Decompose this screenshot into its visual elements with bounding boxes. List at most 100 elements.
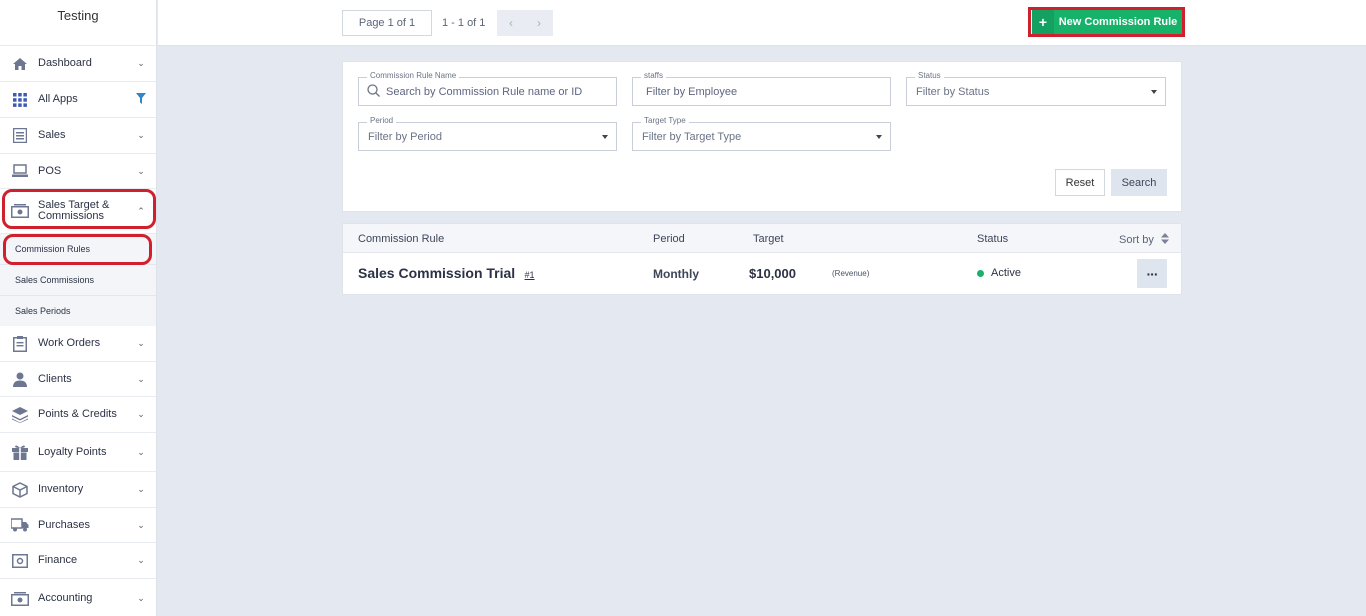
- safe-icon: [10, 553, 30, 569]
- sidebar-item-label: Inventory: [38, 483, 84, 495]
- rule-name-search-field[interactable]: Commission Rule Name Search by Commissio…: [358, 71, 617, 106]
- header-period: Period: [653, 233, 685, 245]
- filter-icon[interactable]: [135, 93, 147, 106]
- header-commission-rule: Commission Rule: [358, 233, 445, 245]
- sidebar-item-label: POS: [38, 164, 62, 177]
- caret-down-icon: [1151, 90, 1157, 94]
- target-type-select[interactable]: Target Type Filter by Target Type: [632, 116, 891, 151]
- user-icon: [10, 371, 30, 387]
- rule-name-cell[interactable]: Sales Commission Trial #1: [358, 265, 535, 281]
- grid-icon: [10, 92, 30, 108]
- sidebar-subitem-commission-rules[interactable]: Commission Rules: [0, 234, 156, 265]
- highlight-outline-new-button: [1028, 7, 1185, 37]
- sidebar-item-clients[interactable]: Clients ⌄: [0, 362, 156, 397]
- rule-name-label: Commission Rule Name: [367, 71, 460, 80]
- sidebar-item-label: Purchases: [38, 518, 90, 531]
- sidebar-item-sales-target-commissions[interactable]: Sales Target & Commissions ⌃: [0, 189, 156, 234]
- chevron-down-icon: ⌄: [137, 446, 145, 457]
- chevron-down-icon: ⌄: [137, 519, 145, 530]
- target-type-label: Target Type: [641, 116, 689, 125]
- sidebar-subitem-label: Sales Periods: [15, 306, 71, 316]
- sidebar-subitem-label: Sales Commissions: [15, 275, 95, 285]
- sort-icon: [1160, 233, 1169, 247]
- row-actions-button[interactable]: ···: [1137, 259, 1167, 288]
- sidebar-item-label: Points & Credits: [38, 408, 117, 420]
- chevron-down-icon: ⌄: [137, 165, 145, 176]
- sidebar-subitem-sales-periods[interactable]: Sales Periods: [0, 296, 156, 327]
- chevron-down-icon: ⌄: [137, 130, 145, 140]
- chevron-down-icon: ⌄: [137, 373, 145, 384]
- sort-by-label: Sort by: [1119, 233, 1154, 246]
- truck-icon: [10, 517, 30, 533]
- sidebar-item-accounting[interactable]: Accounting ⌄: [0, 579, 156, 616]
- target-type-cell: (Revenue): [832, 269, 870, 278]
- cash-icon: [10, 203, 30, 219]
- period-select[interactable]: Period Filter by Period: [358, 116, 617, 151]
- search-button[interactable]: Search: [1111, 169, 1167, 196]
- sidebar-item-finance[interactable]: Finance ⌄: [0, 543, 156, 579]
- pos-icon: [10, 163, 30, 179]
- sidebar-item-points-credits[interactable]: Points & Credits ⌄: [0, 397, 156, 433]
- search-icon: [367, 84, 380, 100]
- commission-rules-table: Commission Rule Period Target Status Sor…: [342, 223, 1182, 295]
- staffs-filter-field[interactable]: staffs Filter by Employee: [632, 71, 891, 106]
- chevron-down-icon: ⌄: [137, 555, 145, 565]
- status-select[interactable]: Status Filter by Status: [906, 71, 1166, 106]
- sales-icon: [10, 128, 30, 144]
- chevron-down-icon: ⌄: [137, 593, 145, 603]
- sidebar-item-label: Sales Target & Commissions: [38, 199, 110, 222]
- status-placeholder: Filter by Status: [916, 86, 990, 98]
- caret-down-icon: [602, 135, 608, 139]
- staffs-placeholder: Filter by Employee: [646, 86, 738, 98]
- sidebar-item-purchases[interactable]: Purchases ⌄: [0, 508, 156, 543]
- rule-name-placeholder: Search by Commission Rule name or ID: [386, 86, 583, 98]
- caret-down-icon: [876, 135, 882, 139]
- rule-name[interactable]: Sales Commission Trial: [358, 265, 515, 281]
- result-range: 1 - 1 of 1: [442, 17, 486, 29]
- rule-id-link[interactable]: #1: [525, 270, 535, 280]
- sidebar-item-sales[interactable]: Sales ⌄: [0, 118, 156, 154]
- clipboard-icon: [10, 335, 30, 352]
- reset-button[interactable]: Reset: [1055, 169, 1105, 196]
- table-header: Commission Rule Period Target Status Sor…: [343, 224, 1181, 253]
- more-dots-icon: ···: [1146, 265, 1159, 282]
- status-cell: Active: [977, 267, 1021, 279]
- sidebar: Testing Dashboard ⌄ All Apps Sales ⌄ POS…: [0, 0, 157, 616]
- sidebar-item-label: Finance: [38, 554, 78, 566]
- header-target: Target: [753, 233, 784, 245]
- chevron-down-icon: ⌄: [137, 409, 145, 419]
- header-status: Status: [977, 233, 1009, 245]
- sidebar-item-label: Loyalty Points: [38, 445, 107, 458]
- sidebar-item-dashboard[interactable]: Dashboard ⌄: [0, 46, 156, 82]
- box-icon: [10, 481, 30, 498]
- period-placeholder: Filter by Period: [368, 131, 442, 143]
- period-label: Period: [367, 116, 397, 125]
- page-indicator[interactable]: Page 1 of 1: [342, 10, 432, 36]
- chevron-down-icon: ⌄: [137, 484, 145, 494]
- chevron-right-icon[interactable]: ›: [525, 10, 553, 36]
- status-value: Active: [991, 267, 1021, 279]
- layers-icon: [10, 406, 30, 423]
- brand-name: Testing: [0, 0, 156, 46]
- sort-by-control[interactable]: Sort by: [1119, 233, 1169, 247]
- sidebar-subitem-sales-commissions[interactable]: Sales Commissions: [0, 265, 156, 296]
- sidebar-item-pos[interactable]: POS ⌄: [0, 154, 156, 189]
- staffs-label: staffs: [641, 71, 666, 80]
- sidebar-item-label: Work Orders: [38, 337, 101, 349]
- sidebar-subitem-label: Commission Rules: [15, 244, 91, 254]
- sidebar-item-inventory[interactable]: Inventory ⌄: [0, 472, 156, 508]
- sidebar-item-work-orders[interactable]: Work Orders ⌄: [0, 326, 156, 362]
- sidebar-item-label: Accounting: [38, 592, 93, 604]
- status-dot-icon: [977, 269, 984, 277]
- cash-icon: [10, 591, 30, 607]
- sidebar-item-all-apps[interactable]: All Apps: [0, 82, 156, 118]
- chevron-down-icon: ⌄: [137, 58, 145, 68]
- chevron-down-icon: ⌄: [137, 338, 145, 348]
- target-type-placeholder: Filter by Target Type: [642, 131, 742, 143]
- chevron-left-icon[interactable]: ‹: [497, 10, 525, 36]
- pager-controls: ‹ ›: [497, 10, 553, 36]
- sidebar-item-loyalty-points[interactable]: Loyalty Points ⌄: [0, 433, 156, 472]
- period-cell: Monthly: [653, 267, 699, 281]
- chevron-up-icon: ⌃: [137, 205, 145, 216]
- status-label: Status: [915, 71, 944, 80]
